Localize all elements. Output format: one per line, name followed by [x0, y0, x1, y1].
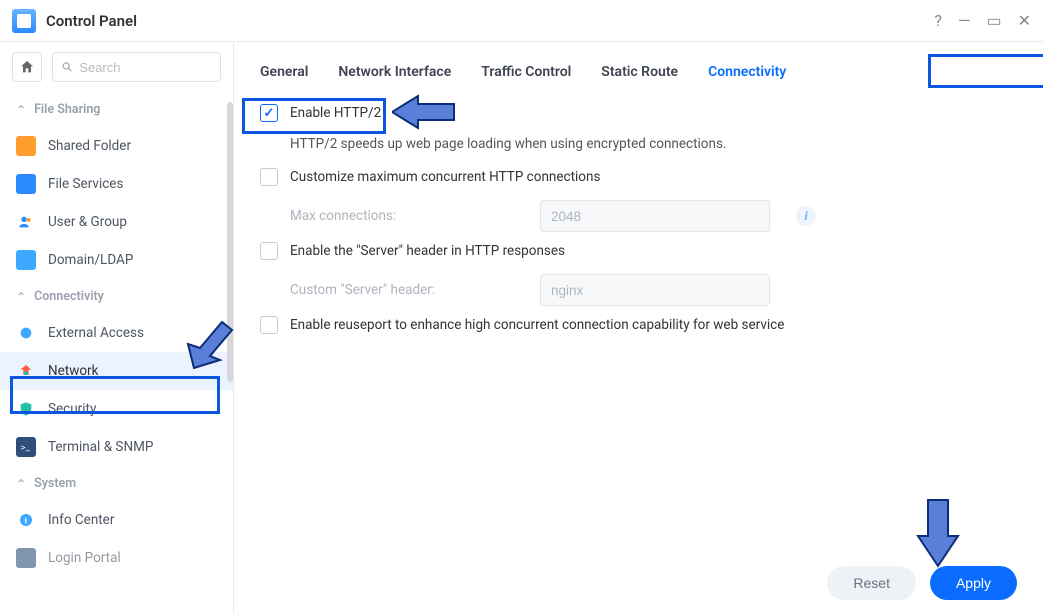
main-panel: General Network Interface Traffic Contro… [234, 42, 1043, 614]
section-connectivity[interactable]: ⌃ Connectivity [0, 279, 233, 314]
sidebar-item-label: Domain/LDAP [48, 252, 133, 268]
domain-ldap-icon [16, 250, 36, 270]
sidebar-item-label: Info Center [48, 512, 114, 528]
sidebar-item-terminal-snmp[interactable]: >_ Terminal & SNMP [0, 428, 233, 466]
section-label: System [34, 476, 76, 491]
tab-traffic-control[interactable]: Traffic Control [481, 60, 571, 84]
search-box[interactable] [52, 52, 221, 82]
sidebar-item-user-group[interactable]: User & Group [0, 203, 233, 241]
svg-text:i: i [25, 516, 27, 526]
section-file-sharing[interactable]: ⌃ File Sharing [0, 92, 233, 127]
sidebar-item-label: Login Portal [48, 550, 121, 566]
apply-button[interactable]: Apply [930, 566, 1017, 600]
folder-icon [16, 136, 36, 156]
help-http2: HTTP/2 speeds up web page loading when u… [290, 136, 1017, 152]
section-label: Connectivity [34, 289, 104, 304]
checkbox-enable-http2[interactable] [260, 104, 278, 122]
tab-connectivity[interactable]: Connectivity [708, 60, 786, 84]
input-custom-server [540, 274, 770, 306]
sidebar-item-label: User & Group [48, 214, 127, 230]
sidebar-item-label: File Services [48, 176, 123, 192]
chevron-up-icon: ⌃ [16, 290, 26, 304]
label-enable-http2: Enable HTTP/2 [290, 105, 381, 121]
sidebar-item-external-access[interactable]: External Access [0, 314, 233, 352]
sidebar-item-label: Security [48, 401, 96, 417]
titlebar: Control Panel ? — ▭ ✕ [0, 0, 1043, 42]
section-label: File Sharing [34, 102, 100, 117]
info-icon: i [16, 510, 36, 530]
checkbox-server-header[interactable] [260, 242, 278, 260]
sidebar-item-label: Terminal & SNMP [48, 439, 153, 455]
label-max-connections: Max connections: [290, 208, 520, 224]
sidebar-item-domain-ldap[interactable]: Domain/LDAP [0, 241, 233, 279]
tabs: General Network Interface Traffic Contro… [234, 42, 1043, 96]
svg-text:>_: >_ [21, 442, 31, 453]
shield-icon [16, 399, 36, 419]
sidebar-item-label: External Access [48, 325, 144, 341]
network-icon [16, 361, 36, 381]
label-reuseport: Enable reuseport to enhance high concurr… [290, 317, 784, 333]
home-button[interactable] [12, 52, 42, 82]
terminal-icon: >_ [16, 437, 36, 457]
sidebar: ⌃ File Sharing Shared Folder File Servic… [0, 42, 234, 614]
app-icon [12, 9, 36, 33]
section-system[interactable]: ⌃ System [0, 466, 233, 501]
sidebar-item-file-services[interactable]: File Services [0, 165, 233, 203]
login-portal-icon [16, 548, 36, 568]
sidebar-item-info-center[interactable]: i Info Center [0, 501, 233, 539]
sidebar-item-label: Shared Folder [48, 138, 131, 154]
close-icon[interactable]: ✕ [1018, 13, 1031, 29]
sidebar-item-network[interactable]: Network [0, 352, 233, 390]
window-title: Control Panel [46, 12, 934, 30]
input-max-connections [540, 200, 770, 232]
tab-network-interface[interactable]: Network Interface [338, 60, 451, 84]
checkbox-reuseport[interactable] [260, 316, 278, 334]
reset-button[interactable]: Reset [827, 566, 916, 600]
sidebar-item-security[interactable]: Security [0, 390, 233, 428]
label-customize-max: Customize maximum concurrent HTTP connec… [290, 169, 600, 185]
minimize-icon[interactable]: — [958, 13, 971, 29]
user-group-icon [16, 212, 36, 232]
checkbox-customize-max[interactable] [260, 168, 278, 186]
help-icon[interactable]: ? [934, 13, 942, 29]
search-input[interactable] [79, 60, 212, 75]
label-server-header: Enable the "Server" header in HTTP respo… [290, 243, 565, 259]
chevron-up-icon: ⌃ [16, 103, 26, 117]
info-icon[interactable]: i [796, 206, 816, 226]
sidebar-item-shared-folder[interactable]: Shared Folder [0, 127, 233, 165]
chevron-up-icon: ⌃ [16, 477, 26, 491]
search-icon [61, 60, 73, 74]
tab-static-route[interactable]: Static Route [601, 60, 678, 84]
maximize-icon[interactable]: ▭ [986, 13, 1001, 29]
external-access-icon [16, 323, 36, 343]
sidebar-item-label: Network [48, 363, 98, 379]
label-custom-server: Custom "Server" header: [290, 282, 520, 298]
sidebar-item-login-portal[interactable]: Login Portal [0, 539, 233, 577]
tab-general[interactable]: General [260, 60, 308, 84]
scrollbar[interactable] [227, 102, 233, 382]
file-services-icon [16, 174, 36, 194]
